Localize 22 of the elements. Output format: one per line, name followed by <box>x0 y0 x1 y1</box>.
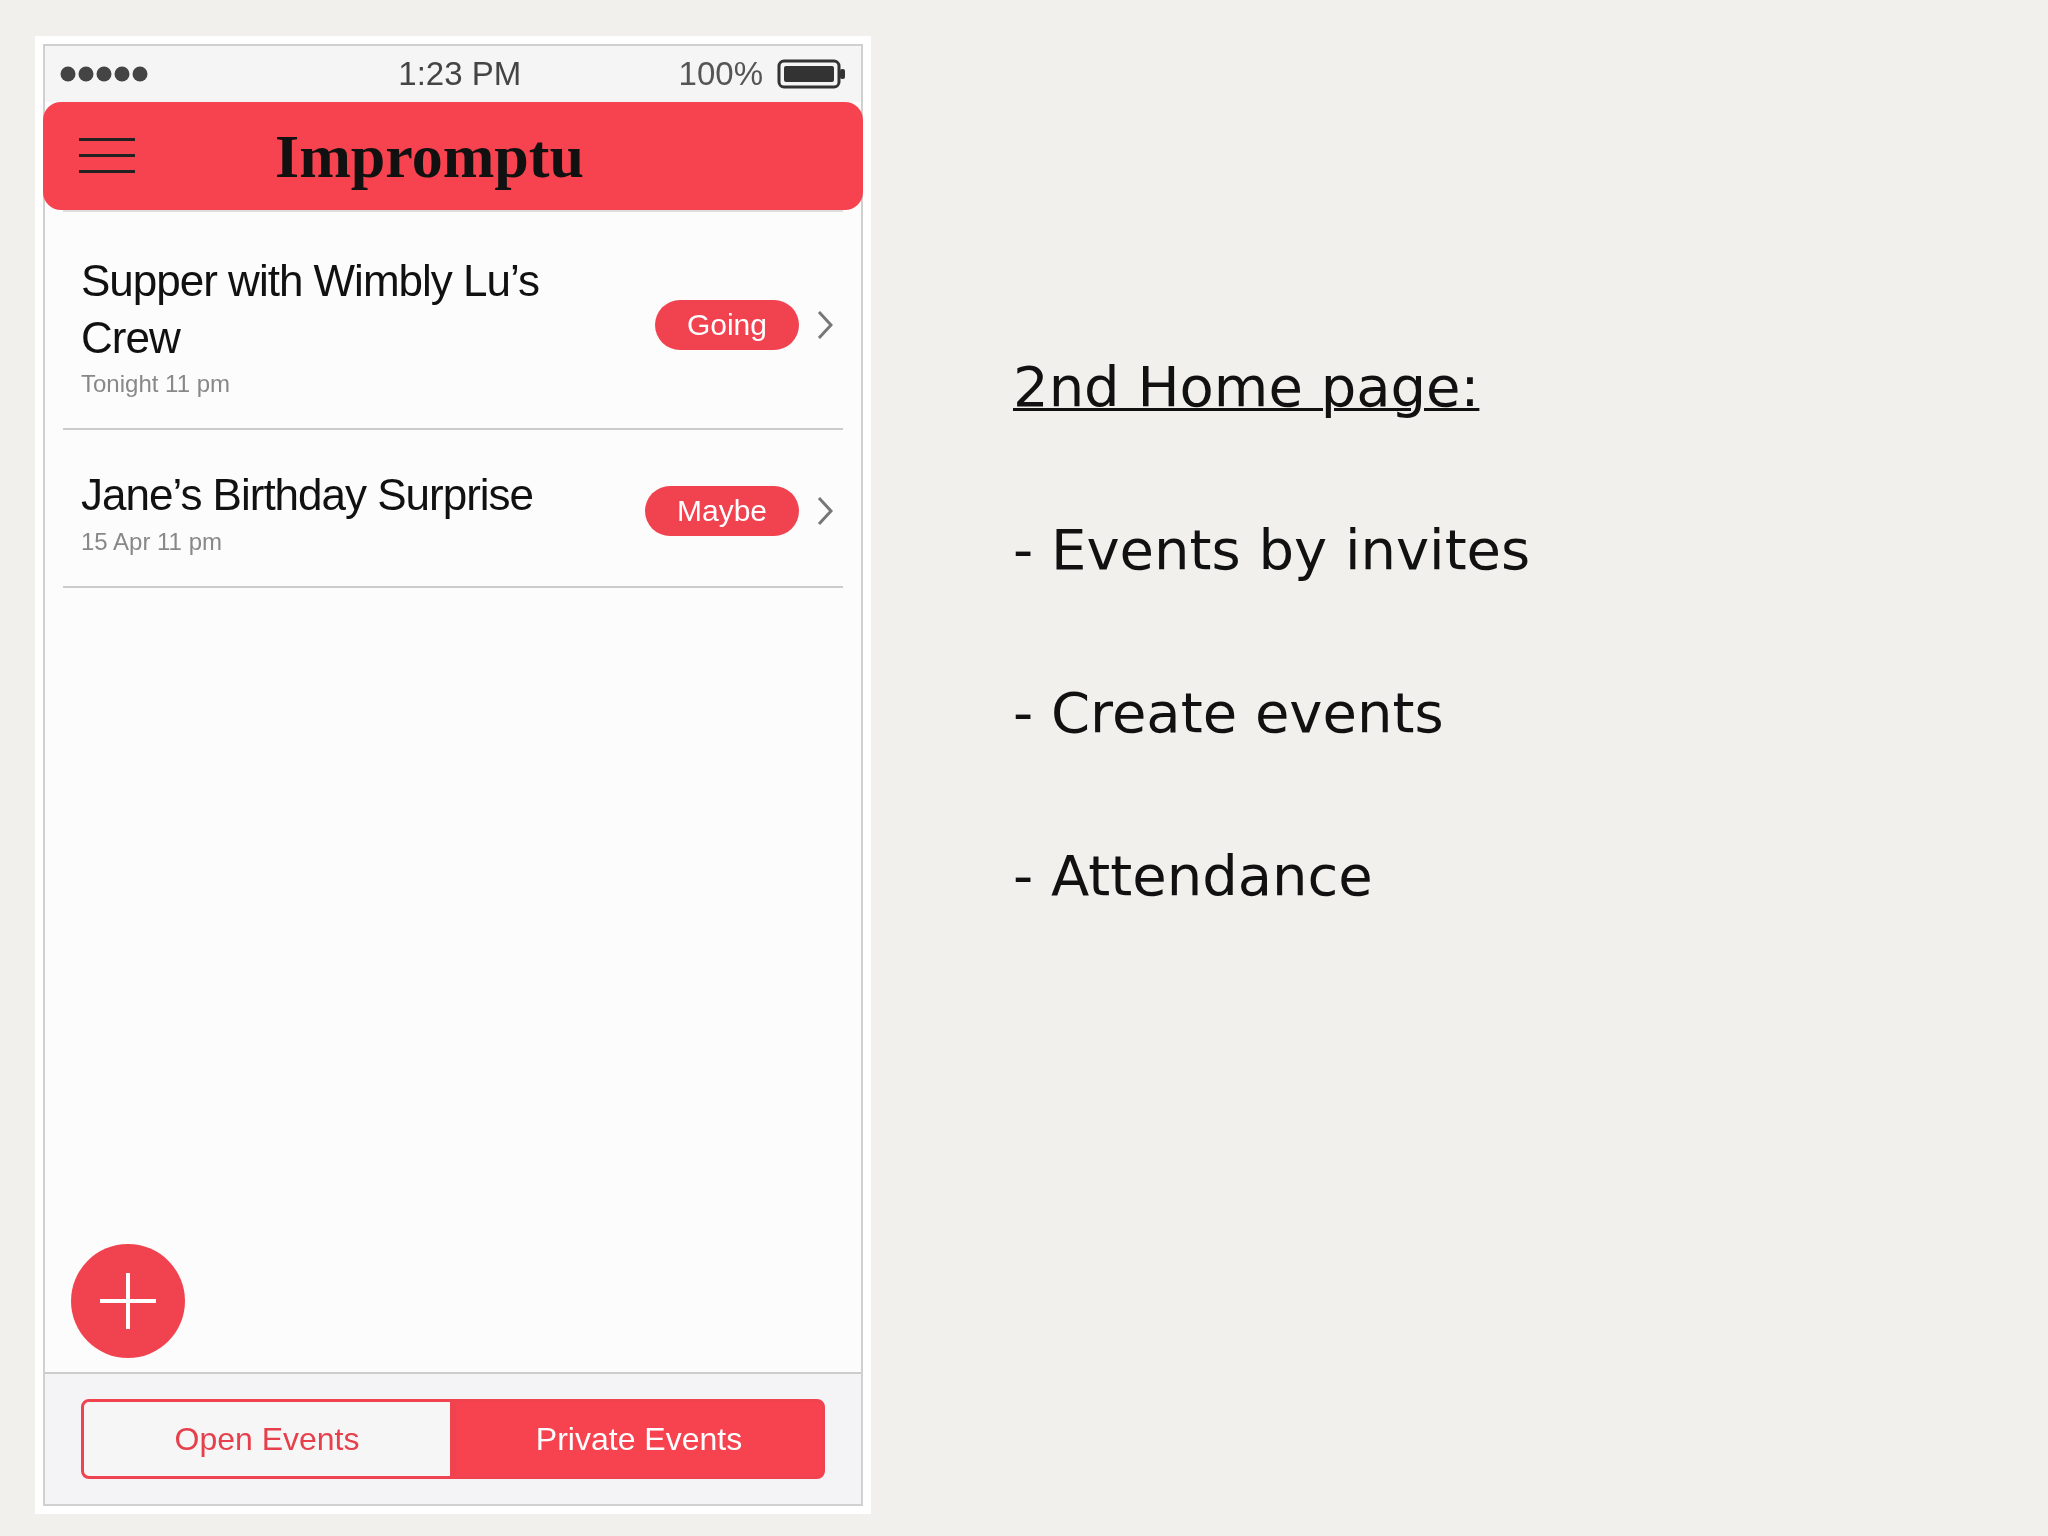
status-badge: Going <box>654 300 799 351</box>
chevron-icon <box>817 495 833 526</box>
event-title: Supper with Wimbly Lu’s Crew <box>81 255 540 365</box>
menu-icon[interactable] <box>79 137 135 175</box>
bullet-item: - Create events <box>1013 680 1445 745</box>
status-time: 1:23 PM <box>398 55 522 93</box>
event-row[interactable]: Supper with Wimbly Lu’s Crew Tonight 11 pm Going <box>63 210 843 431</box>
segment-tab[interactable]: Private Events <box>453 1399 825 1479</box>
event-row[interactable]: Jane’s Birthday Surprise 15 Apr 11 pm Maybe <box>63 430 843 588</box>
add-button[interactable] <box>71 1244 185 1358</box>
chevron-icon <box>817 310 833 341</box>
notes-heading: 2nd Home page: <box>1013 354 1481 419</box>
bullet-item: - Events by invites <box>1013 517 1531 582</box>
battery-percent: 100% <box>678 55 763 93</box>
app-title: Impromptu <box>275 120 584 192</box>
status-badge: Maybe <box>644 485 799 536</box>
event-title: Jane’s Birthday Surprise <box>81 469 535 522</box>
event-time: 15 Apr 11 pm <box>81 527 223 556</box>
bullet-item: - Attendance <box>1013 843 1374 908</box>
event-time: Tonight 11 pm <box>81 370 231 399</box>
segment-tab[interactable]: Open Events <box>81 1399 453 1479</box>
battery-icon <box>777 59 847 89</box>
